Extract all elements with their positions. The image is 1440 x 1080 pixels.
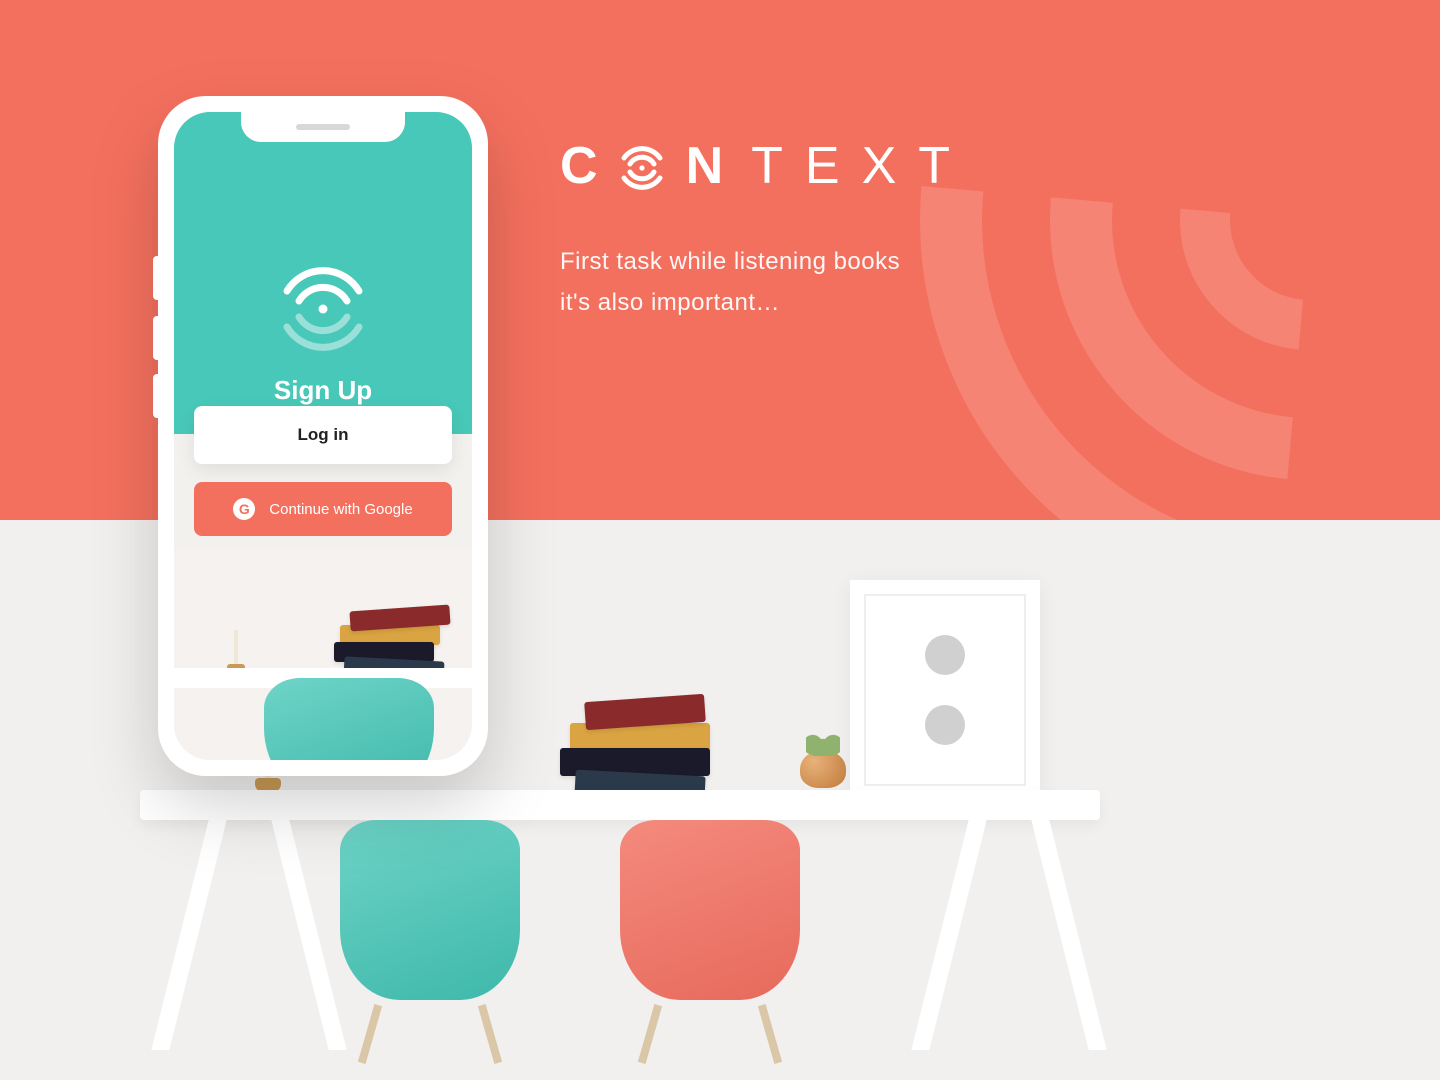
tagline-line1: First task while listening books	[560, 242, 972, 283]
brand-letter-n: N	[686, 140, 746, 192]
brand-letter-c: C	[560, 140, 620, 192]
book-stack	[560, 698, 710, 798]
landing-canvas: C N TEXT First task w	[0, 0, 1440, 1080]
google-button-label: Continue with Google	[269, 501, 412, 518]
tagline: First task while listening books it's al…	[560, 242, 972, 324]
tagline-line2: it's also important…	[560, 283, 972, 324]
brand-block: C N TEXT First task w	[560, 140, 972, 324]
login-button[interactable]: Log in	[194, 406, 452, 464]
decorative-arcs-icon	[920, 0, 1440, 520]
desk-leg	[151, 820, 226, 1050]
brand-logo: C N TEXT	[560, 140, 972, 192]
phone-background-image	[174, 548, 472, 760]
signup-header: Sign Up Log in	[174, 112, 472, 434]
plant-vase	[800, 750, 846, 788]
phone-screen: Sign Up Log in G Continue with Google	[174, 112, 472, 760]
app-signal-icon	[273, 257, 373, 357]
desk	[140, 790, 1100, 820]
chair-coral	[610, 820, 810, 1050]
phone-notch	[241, 112, 405, 142]
signal-o-icon	[618, 140, 666, 192]
phone-mockup: Sign Up Log in G Continue with Google	[158, 96, 488, 776]
signup-title: Sign Up	[274, 375, 372, 406]
desk-leg	[911, 820, 986, 1050]
desk-leg	[1031, 820, 1106, 1050]
login-label: Log in	[298, 425, 349, 445]
google-g-icon: G	[233, 498, 255, 520]
picture-frame	[850, 580, 1040, 800]
brand-word-text: TEXT	[751, 140, 972, 192]
chair-teal	[330, 820, 530, 1050]
continue-with-google-button[interactable]: G Continue with Google	[194, 482, 452, 536]
